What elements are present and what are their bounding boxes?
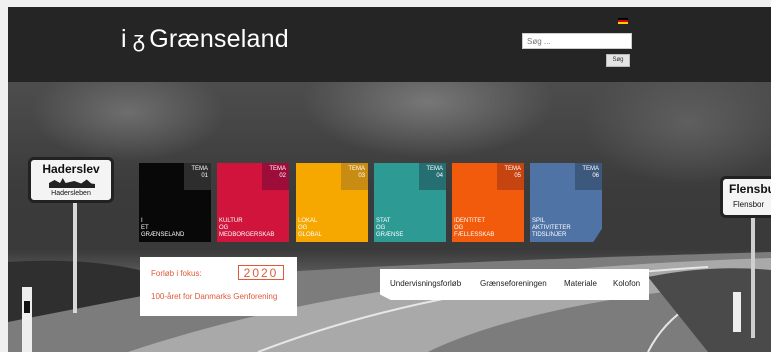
menu-item-materiale[interactable]: Materiale <box>564 279 597 288</box>
theme-tile-01[interactable]: TEMA 01 I ET GRÆNSELAND <box>139 163 211 242</box>
theme-badge: TEMA 02 <box>262 163 289 190</box>
town-sign-name: Haderslev <box>42 162 100 176</box>
road-post <box>733 292 741 332</box>
logo-prefix: i <box>121 25 127 53</box>
focus-heading: Forløb i fokus: <box>151 269 202 278</box>
theme-tile-02[interactable]: TEMA 02 KULTUR OG MEDBORGERSKAB <box>217 163 289 242</box>
menu-item-undervisningsforloeb[interactable]: Undervisningsforløb <box>390 279 461 288</box>
search-input[interactable] <box>522 33 632 49</box>
road-post <box>22 287 32 352</box>
theme-tile-06[interactable]: TEMA 06 SPIL AKTIVITETER TIDSLINJER <box>530 163 602 242</box>
theme-badge: TEMA 06 <box>575 163 602 190</box>
theme-label: KULTUR OG MEDBORGERSKAB <box>219 218 275 238</box>
theme-tile-05[interactable]: TEMA 05 IDENTITET OG FÆLLESSKAB <box>452 163 524 242</box>
logo-text: Grænseland <box>149 25 289 53</box>
theme-badge: TEMA 04 <box>419 163 446 190</box>
site-header: i ᵹ Grænseland Søg <box>8 7 771 82</box>
theme-tile-03[interactable]: TEMA 03 LOKAL OG GLOBAL <box>296 163 368 242</box>
theme-label: STAT OG GRÆNSE <box>376 218 404 238</box>
page-frame: iᵹGrænseland Søg Haderslev Hadersleben F… <box>8 7 771 352</box>
town-silhouette-icon <box>49 178 95 188</box>
theme-label: I ET GRÆNSELAND <box>141 218 185 238</box>
sign-pole <box>73 203 77 313</box>
menu-item-graenseforeningen[interactable]: Grænseforeningen <box>480 279 547 288</box>
menu-item-kolofon[interactable]: Kolofon <box>613 279 640 288</box>
sign-pole <box>751 218 755 338</box>
town-sign-flensburg: Flensbur Flensbor <box>720 176 771 218</box>
theme-label: SPIL AKTIVITETER TIDSLINJER <box>532 218 571 238</box>
town-sign-haderslev: Haderslev Hadersleben <box>28 157 114 203</box>
logo-mark-icon: ᵹ <box>132 28 146 53</box>
theme-badge: TEMA 05 <box>497 163 524 190</box>
town-sign-subtitle: Flensbor <box>733 200 765 209</box>
german-flag-icon[interactable] <box>618 18 628 24</box>
main-menu: Undervisningsforløb Grænseforeningen Mat… <box>380 269 649 300</box>
focus-subtitle-link[interactable]: 100-året for Danmarks Genforening <box>151 292 277 301</box>
theme-tile-04[interactable]: TEMA 04 STAT OG GRÆNSE <box>374 163 446 242</box>
search-button[interactable]: Søg <box>606 54 630 67</box>
site-logo[interactable]: i ᵹ Grænseland <box>121 25 289 54</box>
town-sign-name: Flensbur <box>729 182 771 196</box>
focus-card[interactable]: Forløb i fokus: 2020 100-året for Danmar… <box>140 257 297 316</box>
theme-badge: TEMA 03 <box>341 163 368 190</box>
focus-year-badge: 2020 <box>238 265 284 280</box>
theme-badge: TEMA 01 <box>184 163 211 190</box>
town-sign-subtitle: Hadersleben <box>51 190 91 197</box>
theme-label: LOKAL OG GLOBAL <box>298 218 323 238</box>
theme-label: IDENTITET OG FÆLLESSKAB <box>454 218 495 238</box>
